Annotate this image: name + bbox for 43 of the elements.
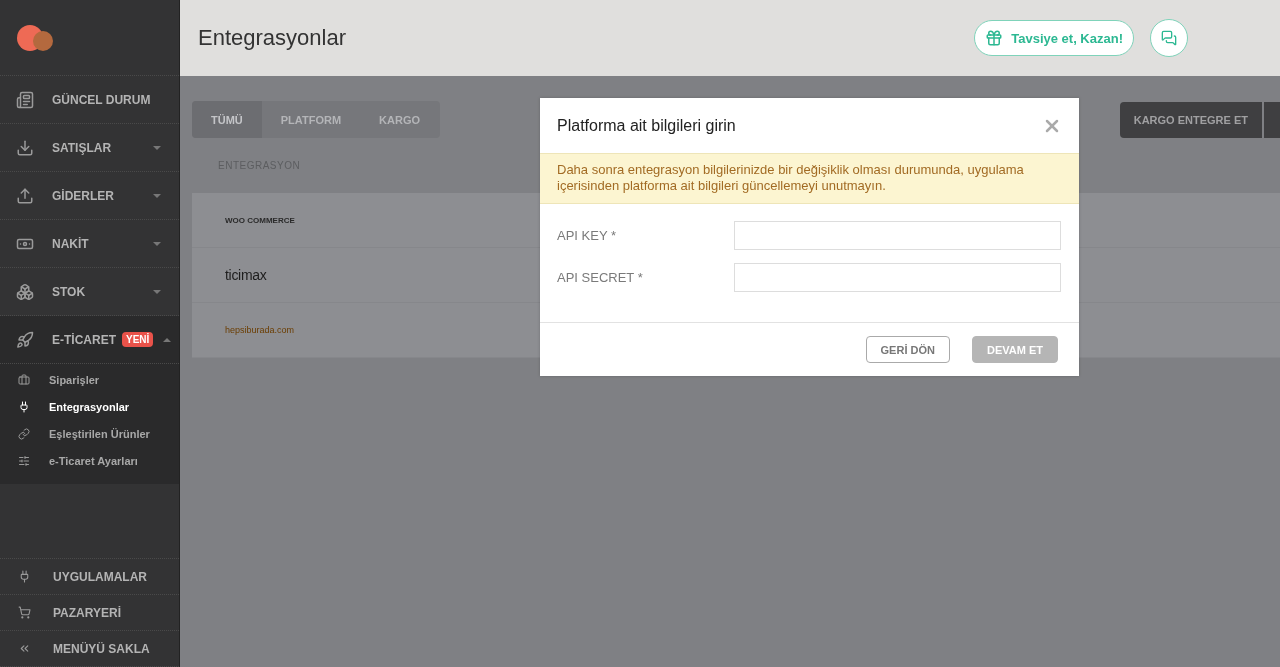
page-title: Entegrasyonlar xyxy=(198,25,346,51)
menu-item[interactable]: UYGULAMALAR xyxy=(53,569,147,584)
platform-logo: hepsiburada.com xyxy=(225,325,296,335)
boxes-icon xyxy=(16,282,34,301)
dialog-button[interactable]: GERİ DÖN xyxy=(865,336,950,363)
input-field[interactable] xyxy=(734,221,1061,250)
menu-item[interactable]: NAKİT xyxy=(52,236,89,251)
submenu-item[interactable]: Eşleştirilen Ürünler xyxy=(49,427,150,440)
logo-icon xyxy=(16,23,54,52)
menu-item[interactable]: SATIŞLAR xyxy=(52,140,112,155)
gift-icon xyxy=(985,29,1004,47)
newspaper-icon xyxy=(16,90,34,109)
submenu-item[interactable]: Entegrasyonlar xyxy=(49,400,130,413)
submenu-item[interactable]: Siparişler xyxy=(49,373,100,386)
upload-icon xyxy=(16,186,34,205)
briefcase-icon xyxy=(18,373,30,386)
field-label: API KEY * xyxy=(557,228,617,243)
submenu-item[interactable]: e-Ticaret Ayarları xyxy=(49,454,138,467)
menu-item[interactable]: E-TİCARET xyxy=(52,332,116,347)
cart-icon xyxy=(18,606,31,619)
platform-logo: WOO COMMERCE xyxy=(225,215,296,225)
menu-item[interactable]: GİDERLER xyxy=(52,188,114,203)
new-badge: YENİ xyxy=(122,332,154,347)
modal-title: Platforma ait bilgileri girin xyxy=(557,116,736,135)
menu-item[interactable]: STOK xyxy=(52,284,86,299)
plug-icon xyxy=(18,400,30,413)
chat-button[interactable] xyxy=(1150,19,1188,57)
double-chevron-icon xyxy=(18,642,31,655)
menu-item[interactable]: PAZARYERİ xyxy=(53,605,121,620)
menu-item[interactable]: GÜNCEL DURUM xyxy=(52,92,151,107)
rocket-icon xyxy=(16,330,34,349)
integrate-button[interactable]: KARGO ENTEGRE ET xyxy=(1119,101,1262,138)
download-icon xyxy=(16,138,34,157)
chat-icon xyxy=(1161,30,1177,46)
notice-message: Daha sonra entegrasyon bilgilerinizde bir değişiklik olması durumunda, uygulama içerisinden platforma ait bilgileri güncellemeyi unutmayın. xyxy=(540,153,1079,204)
field-label: API SECRET * xyxy=(557,270,644,285)
platform-logo: ticimax xyxy=(225,267,268,283)
menu-item[interactable]: MENÜYÜ SAKLA xyxy=(53,641,150,656)
action-button[interactable] xyxy=(1264,101,1280,138)
sliders-icon xyxy=(18,454,30,467)
link-icon xyxy=(18,427,30,440)
input-field[interactable] xyxy=(734,263,1061,292)
plug-icon xyxy=(18,570,31,583)
